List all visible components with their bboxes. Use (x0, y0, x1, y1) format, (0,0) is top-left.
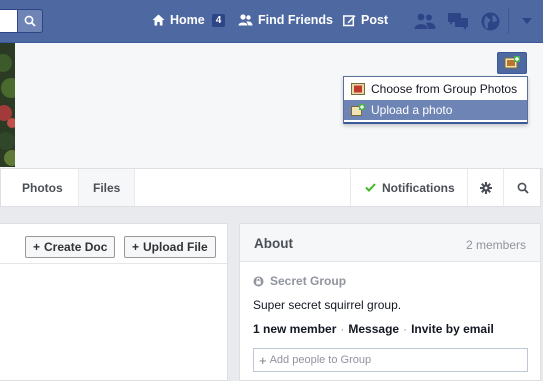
topbar-divider (508, 8, 509, 34)
add-photo-icon (504, 56, 520, 69)
home-icon (152, 14, 165, 26)
search-input[interactable] (0, 9, 43, 33)
notifications-globe-icon (481, 12, 499, 30)
notifications-toggle[interactable]: Notifications (350, 169, 469, 206)
nav-find-friends-link[interactable]: Find Friends (238, 13, 333, 27)
separator: · (403, 322, 408, 336)
group-search-button[interactable] (503, 169, 541, 206)
group-tab-bar: Photos Files Notifications (0, 169, 541, 207)
messages-button[interactable] (447, 11, 469, 31)
tab-photos[interactable]: Photos (8, 169, 77, 206)
group-description: Super secret squirrel group. (253, 298, 402, 312)
privacy-label: Secret Group (270, 274, 347, 288)
plus-icon: + (132, 240, 140, 254)
message-link[interactable]: Message (348, 322, 399, 336)
member-count[interactable]: 2 members (466, 238, 526, 252)
upload-photo-icon (351, 104, 365, 116)
menu-item-choose-group-photos[interactable]: Choose from Group Photos (344, 79, 527, 99)
menu-item-label: Choose from Group Photos (371, 82, 518, 96)
plus-icon: + (33, 240, 41, 254)
invite-by-email-link[interactable]: Invite by email (411, 322, 494, 336)
messages-icon (448, 13, 468, 30)
chevron-down-icon (522, 18, 532, 24)
plus-icon: + (259, 352, 267, 368)
create-doc-label: Create Doc (44, 240, 108, 254)
menu-item-upload-photo[interactable]: Upload a photo (344, 100, 527, 120)
tab-files[interactable]: Files (78, 169, 136, 206)
nav-home-link[interactable]: Home 4 (152, 13, 226, 27)
separator: · (340, 322, 345, 336)
upload-file-button[interactable]: + Upload File (124, 236, 216, 258)
lock-icon (253, 276, 264, 286)
about-header: About 2 members (240, 224, 540, 262)
home-count-badge: 4 (211, 13, 226, 27)
upload-file-label: Upload File (143, 240, 208, 254)
notifications-label: Notifications (382, 180, 455, 195)
nav-post-link[interactable]: Post (343, 13, 388, 27)
nav-post-label: Post (361, 13, 389, 27)
menu-item-label: Upload a photo (371, 103, 453, 117)
group-settings-button[interactable] (467, 169, 503, 206)
cover-photo (0, 43, 15, 167)
account-menu-button[interactable] (519, 11, 535, 31)
add-people-placeholder: Add people to Group (269, 354, 372, 366)
change-cover-button[interactable] (497, 52, 527, 74)
notifications-button[interactable] (479, 11, 501, 31)
create-doc-button[interactable]: + Create Doc (25, 236, 116, 258)
gear-icon (479, 181, 492, 194)
checkmark-icon (365, 183, 376, 192)
add-people-input[interactable]: + Add people to Group (253, 348, 528, 372)
nav-home-label: Home (170, 13, 205, 27)
friends-icon (238, 14, 253, 26)
about-panel: About 2 members Secret Group Super secre… (239, 223, 541, 381)
group-privacy: Secret Group (253, 274, 346, 288)
new-member-link[interactable]: 1 new member (253, 322, 336, 336)
files-panel: + Create Doc + Upload File (0, 223, 228, 381)
photo-album-icon (351, 83, 365, 95)
post-icon (343, 14, 356, 26)
cover-photo-menu: Choose from Group Photos Upload a photo (343, 76, 528, 124)
nav-find-friends-label: Find Friends (258, 13, 333, 27)
friend-requests-icon (414, 13, 436, 29)
search-icon (517, 182, 529, 194)
about-links: 1 new member · Message · Invite by email (253, 322, 494, 336)
files-panel-header: + Create Doc + Upload File (0, 224, 227, 264)
search-button[interactable] (17, 9, 43, 33)
friend-requests-button[interactable] (414, 11, 436, 31)
search-icon (24, 15, 36, 27)
top-navigation-bar: Home 4 Find Friends Post (0, 0, 543, 43)
about-title: About (254, 236, 293, 251)
